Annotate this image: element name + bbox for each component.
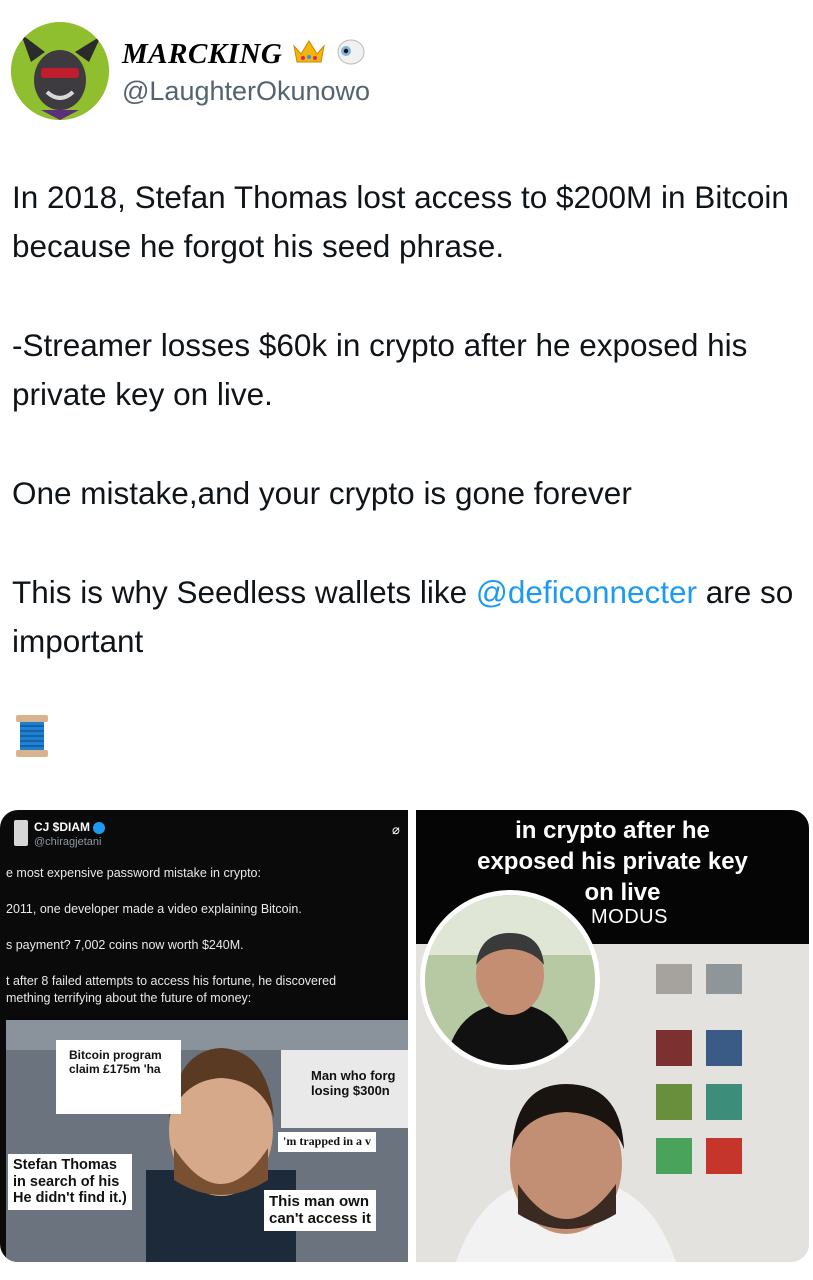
embedded-author-name-text: CJ $DIAM <box>34 820 91 834</box>
embedded-photo-collage: Bitcoin program claim £175m 'ha Man who … <box>6 1020 408 1262</box>
tweet-paragraph-3: One mistake,and your crypto is gone fore… <box>12 475 632 511</box>
headline-left: Bitcoin program claim £175m 'ha <box>69 1048 162 1076</box>
tweet-text-before-mention: This is why Seedless wallets like <box>12 574 476 610</box>
avatar-image <box>11 22 109 120</box>
media-image-right[interactable]: in crypto after he exposed his private k… <box>416 810 809 1262</box>
headline-trapped: 'm trapped in a v <box>278 1132 377 1152</box>
embedded-line-5: mething terrifying about the future of m… <box>6 991 252 1005</box>
caption-stefan-thomas: Stefan Thomas in search of his He didn't… <box>8 1154 132 1211</box>
display-name-text: MARCKING <box>122 38 283 70</box>
tweet-text: In 2018, Stefan Thomas lost access to $2… <box>12 173 807 716</box>
crown-icon <box>292 38 326 74</box>
overlay-line-2: exposed his private key <box>477 848 748 875</box>
embedded-line-1: e most expensive password mistake in cry… <box>6 866 261 880</box>
brand-watermark: MODUS <box>591 906 668 928</box>
tweet-paragraph-2: -Streamer losses $60k in crypto after he… <box>12 327 748 412</box>
inset-circle-portrait <box>420 890 600 1070</box>
tweet-paragraph-4: This is why Seedless wallets like @defic… <box>12 568 807 666</box>
media-image-left[interactable]: CJ $DIAM @chiragjetani ⌀ e most expensiv… <box>0 810 408 1262</box>
display-name[interactable]: MARCKING <box>122 38 366 74</box>
embedded-line-3: s payment? 7,002 coins now worth $240M. <box>6 938 244 952</box>
embedded-author-name: CJ $DIAM <box>34 820 106 834</box>
headline-right: Man who forg losing $300n <box>311 1068 396 1098</box>
embedded-line-4: t after 8 failed attempts to access his … <box>6 974 337 988</box>
eye-icon <box>336 38 366 74</box>
embedded-author-handle: @chiragjetani <box>34 836 102 848</box>
caption-man-owns: This man own can't access it <box>264 1190 376 1231</box>
embedded-avatar <box>14 820 28 846</box>
user-handle[interactable]: @LaughterOkunowo <box>122 76 370 107</box>
tweet-paragraph-1: In 2018, Stefan Thomas lost access to $2… <box>12 179 789 264</box>
tweet-media[interactable]: CJ $DIAM @chiragjetani ⌀ e most expensiv… <box>0 810 813 1265</box>
avatar[interactable] <box>11 22 109 120</box>
verified-badge-icon <box>93 821 106 834</box>
embedded-line-2: 2011, one developer made a video explain… <box>6 902 302 916</box>
mention-link[interactable]: @deficonnecter <box>476 574 697 610</box>
link-icon: ⌀ <box>392 822 400 837</box>
spool-of-thread-icon <box>14 713 50 764</box>
overlay-line-1: in crypto after he <box>515 817 710 844</box>
